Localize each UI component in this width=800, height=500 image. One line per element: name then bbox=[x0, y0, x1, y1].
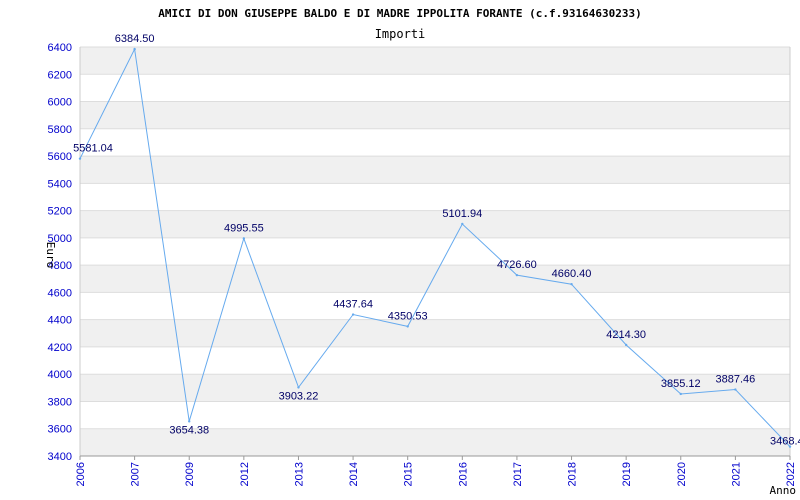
data-point bbox=[515, 273, 519, 277]
data-label: 4214.30 bbox=[606, 329, 646, 341]
data-label: 3903.22 bbox=[279, 390, 319, 402]
y-tick-label: 5600 bbox=[48, 151, 72, 163]
grid-band bbox=[80, 47, 790, 75]
grid-band bbox=[80, 265, 790, 293]
grid-bands bbox=[80, 47, 790, 456]
data-point bbox=[242, 237, 246, 240]
y-tick-label: 4000 bbox=[48, 369, 72, 381]
grid-band bbox=[80, 319, 790, 347]
y-tick-label: 3400 bbox=[48, 451, 72, 463]
data-point bbox=[351, 313, 355, 316]
x-tick-label: 2021 bbox=[730, 462, 742, 486]
data-label: 3855.12 bbox=[661, 378, 701, 390]
x-tick-label: 2018 bbox=[567, 462, 579, 486]
data-label: 4660.40 bbox=[552, 268, 592, 280]
data-label: 4995.55 bbox=[224, 222, 264, 234]
x-tick-label: 2009 bbox=[184, 462, 196, 486]
data-label: 4350.53 bbox=[388, 310, 428, 322]
data-point bbox=[461, 222, 464, 226]
y-tick-label: 5800 bbox=[48, 124, 72, 136]
x-tick-label: 2017 bbox=[512, 462, 524, 486]
data-label: 4437.64 bbox=[333, 299, 373, 311]
data-point bbox=[78, 157, 82, 160]
data-point bbox=[133, 47, 136, 51]
y-axis-label: Euro bbox=[44, 242, 57, 269]
data-point bbox=[188, 420, 191, 423]
grid-band bbox=[80, 210, 790, 238]
y-tick-label: 5400 bbox=[48, 178, 72, 190]
data-point bbox=[734, 388, 737, 391]
chart: 3400360038004000420044004600480050005200… bbox=[44, 7, 800, 497]
x-tick-label: 2016 bbox=[457, 462, 469, 486]
data-label: 5101.94 bbox=[442, 208, 482, 220]
y-tick-label: 3800 bbox=[48, 396, 72, 408]
x-tick-label: 2022 bbox=[785, 462, 797, 486]
x-tick-label: 2015 bbox=[403, 462, 415, 486]
y-tick-label: 4200 bbox=[48, 342, 72, 354]
grid-band bbox=[80, 156, 790, 184]
x-tick-label: 2013 bbox=[293, 462, 305, 486]
data-point bbox=[570, 282, 573, 286]
data-label: 4726.60 bbox=[497, 259, 537, 271]
x-tick-label: 2020 bbox=[676, 462, 688, 486]
data-label: 3468.4 bbox=[770, 436, 800, 448]
y-tick-label: 6200 bbox=[48, 69, 72, 81]
x-tick-label: 2014 bbox=[348, 462, 360, 486]
y-tick-label: 3600 bbox=[48, 424, 72, 436]
data-point bbox=[679, 392, 682, 396]
y-tick-label: 5200 bbox=[48, 206, 72, 218]
x-tick-label: 2007 bbox=[130, 462, 142, 486]
y-tick-label: 4400 bbox=[48, 315, 72, 327]
data-label: 5581.04 bbox=[73, 143, 113, 155]
data-point bbox=[406, 325, 409, 328]
x-tick-label: 2006 bbox=[75, 462, 87, 486]
y-tick-label: 6400 bbox=[48, 42, 72, 54]
chart-subtitle: Importi bbox=[375, 27, 426, 41]
data-label: 3887.46 bbox=[716, 374, 756, 386]
chart-title: AMICI DI DON GIUSEPPE BALDO E DI MADRE I… bbox=[158, 7, 641, 20]
data-label: 3654.38 bbox=[169, 424, 209, 436]
x-tick-label: 2012 bbox=[239, 462, 251, 486]
y-tick-label: 6000 bbox=[48, 97, 72, 109]
x-axis-ticks: 2006 2007 2009 2012 2013 2014 2015 2016 2017 2018… bbox=[75, 456, 797, 486]
x-tick-label: 2019 bbox=[621, 462, 633, 486]
data-point bbox=[624, 343, 628, 347]
x-axis-label: Anno bbox=[770, 484, 797, 497]
data-label: 6384.50 bbox=[115, 33, 155, 45]
data-point bbox=[297, 386, 300, 389]
grid-band bbox=[80, 101, 790, 129]
y-tick-label: 4600 bbox=[48, 287, 72, 299]
